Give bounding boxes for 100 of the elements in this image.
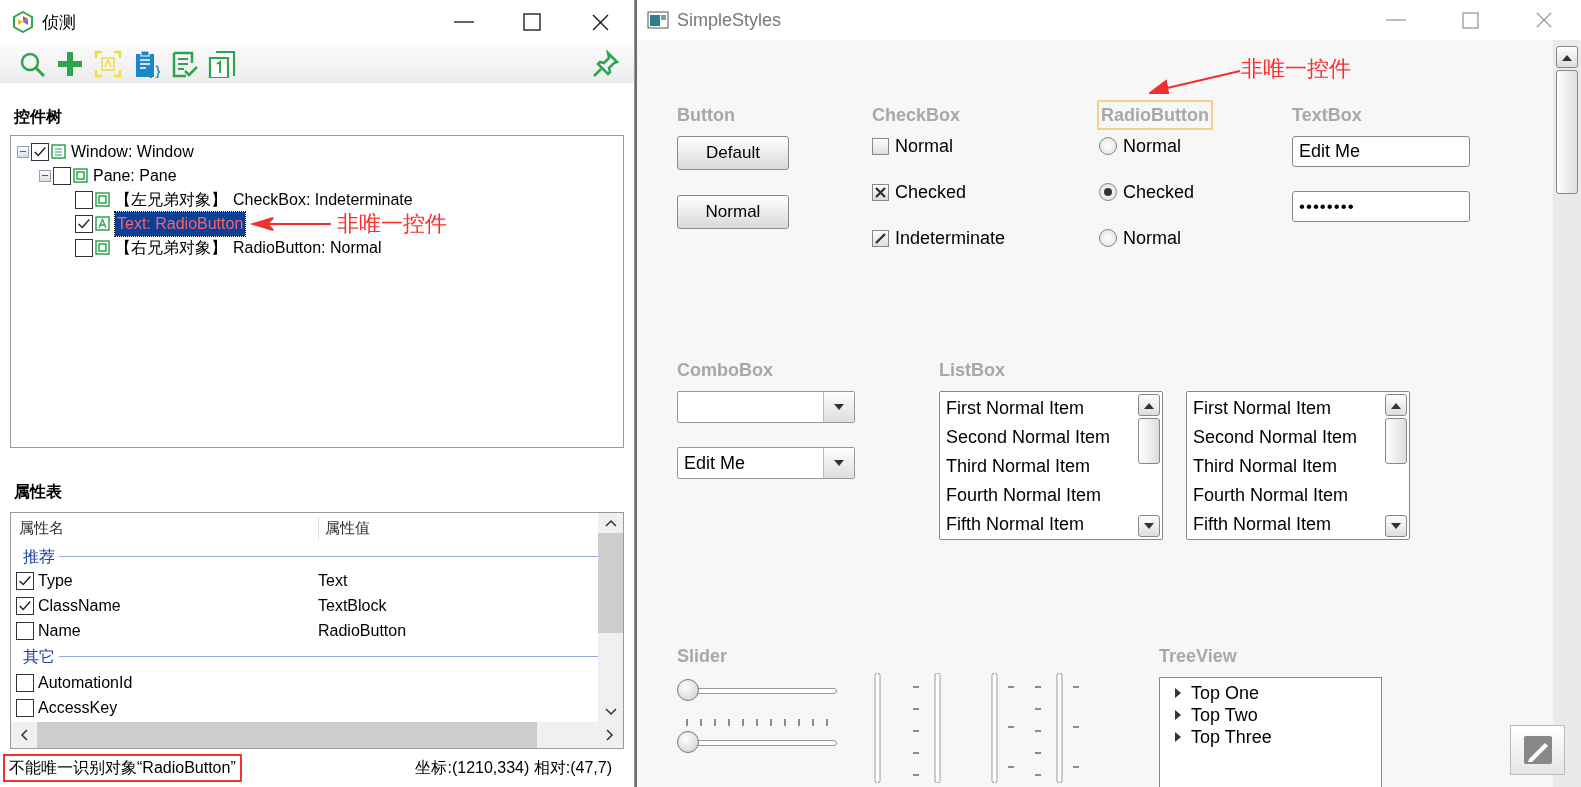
scroll-up-icon — [1562, 53, 1572, 61]
property-name: Name — [37, 620, 82, 641]
expander-icon[interactable] — [17, 145, 29, 158]
scrollbar-thumb[interactable] — [1138, 418, 1160, 464]
section-heading: 控件树 — [12, 106, 63, 127]
radio-label[interactable]: Normal — [1123, 132, 1181, 160]
scroll-up-button[interactable] — [1138, 394, 1160, 416]
tree-item-label[interactable]: Window: Window — [71, 139, 194, 164]
list-item[interactable]: Fifth Normal Item — [1193, 511, 1383, 539]
horizontal-slider[interactable] — [677, 679, 837, 703]
checkbox[interactable] — [75, 238, 93, 257]
checkbox[interactable] — [75, 214, 93, 233]
horizontal-slider[interactable] — [677, 731, 837, 755]
scrollbar-thumb[interactable] — [598, 533, 623, 634]
radio-button[interactable] — [1099, 183, 1117, 201]
relation-label: 【左兄弟对象】 — [115, 188, 227, 211]
list-item[interactable]: Third Normal Item — [946, 453, 1136, 482]
push-button[interactable]: Default — [677, 136, 789, 170]
minimize-icon — [454, 21, 474, 24]
radio-label[interactable]: Checked — [1123, 178, 1195, 206]
radio-button[interactable] — [1099, 229, 1117, 247]
pane-icon — [95, 239, 111, 256]
checkbox[interactable] — [31, 142, 49, 161]
list-item[interactable]: Fourth Normal Item — [1193, 482, 1383, 511]
list-item[interactable]: First Normal Item — [1193, 395, 1383, 424]
combo-box[interactable]: Edit Me — [677, 447, 855, 479]
checkbox[interactable] — [75, 190, 93, 209]
checkbox[interactable] — [16, 571, 34, 590]
vertical-scrollbar[interactable] — [598, 513, 623, 723]
push-button[interactable]: Normal — [677, 195, 789, 229]
scroll-up-icon — [1391, 401, 1401, 409]
checkbox[interactable] — [872, 183, 889, 201]
scroll-up-button[interactable] — [1556, 46, 1578, 68]
tree-item-label[interactable]: Top One — [1191, 679, 1260, 707]
dropdown-arrow-icon[interactable] — [833, 403, 845, 411]
column-header: 属性名 — [11, 517, 319, 540]
radio-label[interactable]: Normal — [1123, 224, 1181, 252]
scroll-down-button[interactable] — [1385, 515, 1407, 537]
scrollbar-thumb[interactable] — [1556, 70, 1578, 194]
document-check-icon[interactable] — [170, 49, 198, 78]
list-item[interactable]: Second Normal Item — [1193, 424, 1383, 453]
pin-icon[interactable] — [592, 49, 620, 78]
expander-icon[interactable] — [39, 169, 51, 182]
edit-icon — [1522, 735, 1553, 765]
section-heading: ComboBox — [677, 359, 773, 382]
add-icon[interactable] — [56, 49, 84, 78]
scroll-up-icon — [1144, 401, 1154, 409]
slider-thumb[interactable] — [677, 679, 699, 701]
vertical-scrollbar[interactable] — [1553, 40, 1581, 787]
list-item[interactable]: Third Normal Item — [1193, 453, 1383, 482]
document-number-icon[interactable] — [208, 49, 236, 78]
maximize-icon — [523, 13, 541, 32]
property-name: AccessKey — [37, 697, 119, 718]
property-name: AutomationId — [37, 672, 134, 693]
text-icon — [95, 215, 111, 232]
radio-button[interactable] — [1099, 137, 1117, 155]
checkbox[interactable] — [53, 166, 71, 185]
password-field[interactable]: •••••••• — [1292, 191, 1470, 222]
list-item[interactable]: Fifth Normal Item — [946, 511, 1136, 539]
checkbox[interactable] — [872, 229, 889, 247]
list-item[interactable]: First Normal Item — [946, 395, 1136, 424]
property-name: Type — [37, 570, 74, 591]
list-item[interactable]: Second Normal Item — [946, 424, 1136, 453]
column-header: 属性值 — [324, 518, 370, 538]
checkbox[interactable] — [16, 621, 34, 640]
group-label: 推荐 — [23, 546, 55, 567]
close-icon — [591, 13, 609, 31]
floating-button[interactable] — [1510, 725, 1565, 775]
status-message: 不能唯一识别对象“RadioButton” — [3, 754, 242, 783]
property-value: TextBlock — [318, 595, 387, 616]
checkbox-label[interactable]: Normal — [895, 132, 953, 160]
checkbox-label[interactable]: Checked — [895, 178, 967, 206]
tree-item-label[interactable]: CheckBox: Indeterminate — [233, 187, 413, 212]
expand-arrow-icon[interactable] — [1174, 709, 1181, 721]
scrollbar-thumb[interactable] — [1385, 418, 1407, 464]
checkbox[interactable] — [16, 673, 34, 692]
horizontal-scrollbar[interactable] — [11, 722, 623, 749]
checkbox[interactable] — [16, 698, 34, 717]
checkbox[interactable] — [872, 137, 889, 155]
dash-mark-icon — [875, 232, 886, 244]
window-icon — [51, 143, 67, 160]
minimize-icon — [1386, 19, 1406, 21]
section-heading: 属性表 — [13, 482, 63, 503]
scroll-down-button[interactable] — [1138, 515, 1160, 537]
checkbox[interactable] — [16, 596, 34, 615]
checkbox-label[interactable]: Indeterminate — [895, 224, 1006, 252]
text-field[interactable]: Edit Me — [1292, 136, 1470, 167]
combo-value[interactable]: Edit Me — [684, 449, 746, 477]
scrollbar-thumb[interactable] — [37, 722, 537, 749]
scroll-down-icon — [1391, 522, 1401, 530]
list-item[interactable]: Fourth Normal Item — [946, 482, 1136, 511]
tree-item-label[interactable]: Pane: Pane — [93, 163, 177, 188]
section-heading: Button — [677, 104, 735, 127]
maximize-icon — [1461, 11, 1479, 29]
window-title: SimpleStyles — [677, 8, 782, 32]
dropdown-arrow-icon[interactable] — [833, 459, 845, 467]
expand-arrow-icon[interactable] — [1174, 731, 1181, 743]
scroll-up-button[interactable] — [1385, 394, 1407, 416]
expand-arrow-icon[interactable] — [1174, 687, 1181, 699]
slider-thumb[interactable] — [677, 731, 699, 753]
